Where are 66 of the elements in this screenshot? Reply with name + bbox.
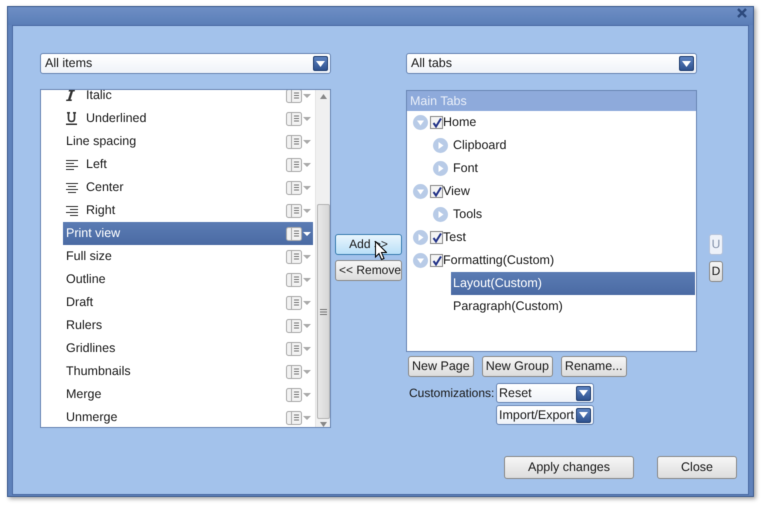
layout-dropdown-icon[interactable] — [286, 410, 311, 424]
new-page-button[interactable]: New Page — [408, 356, 474, 377]
customizations-dropdown[interactable]: Reset — [496, 383, 594, 403]
layout-dropdown-icon[interactable] — [286, 342, 311, 356]
scroll-down-icon[interactable] — [320, 422, 326, 427]
layout-dropdown-icon[interactable] — [286, 272, 311, 286]
layout-dropdown-icon[interactable] — [286, 388, 311, 402]
checkbox[interactable] — [430, 231, 443, 244]
list-item[interactable]: Thumbnails — [63, 360, 313, 383]
align-left-icon — [66, 160, 78, 170]
list-item[interactable]: Gridlines — [63, 337, 313, 360]
checkbox[interactable] — [430, 185, 443, 198]
tree-item[interactable]: View — [443, 180, 695, 203]
new-group-button[interactable]: New Group — [482, 356, 553, 377]
list-item[interactable]: Center — [63, 176, 313, 199]
layout-dropdown-icon[interactable] — [286, 134, 311, 148]
scrollbar[interactable] — [315, 90, 330, 427]
layout-dropdown-icon[interactable] — [286, 226, 311, 240]
tree-item[interactable]: Home — [443, 111, 695, 134]
tree-item[interactable]: Layout(Custom) — [451, 272, 695, 295]
tree-header: Main Tabs — [407, 91, 696, 111]
layout-dropdown-icon[interactable] — [286, 90, 311, 102]
layout-dropdown-icon[interactable] — [286, 158, 311, 172]
close-button[interactable]: Close — [657, 456, 737, 479]
apply-button[interactable]: Apply changes — [504, 456, 634, 479]
tree-item[interactable]: Paragraph(Custom) — [451, 295, 695, 318]
tabs-dropdown[interactable]: All tabs — [406, 53, 697, 74]
tree-item[interactable]: Clipboard — [451, 134, 695, 157]
list-item[interactable]: Print view — [63, 222, 313, 245]
list-item[interactable]: Left — [63, 153, 313, 176]
list-item[interactable]: Rulers — [63, 314, 313, 337]
list-item[interactable]: Merge — [63, 383, 313, 406]
underline-icon — [66, 112, 77, 125]
close-icon[interactable] — [736, 7, 748, 19]
align-center-icon — [66, 182, 78, 192]
layout-dropdown-icon[interactable] — [286, 204, 311, 218]
list-item[interactable]: Italic — [63, 90, 313, 107]
tree-item[interactable]: Font — [451, 157, 695, 180]
list-item[interactable]: Full size — [63, 245, 313, 268]
layout-dropdown-icon[interactable] — [286, 250, 311, 264]
list-item[interactable]: Outline — [63, 268, 313, 291]
tree-item[interactable]: Test — [443, 226, 695, 249]
layout-dropdown-icon[interactable] — [286, 180, 311, 194]
layout-dropdown-icon[interactable] — [286, 296, 311, 310]
move-down-button[interactable]: D — [709, 261, 723, 282]
items-dropdown[interactable]: All items — [40, 53, 331, 74]
layout-dropdown-icon[interactable] — [286, 112, 311, 126]
scroll-up-icon[interactable] — [320, 94, 326, 99]
tree-item[interactable]: Formatting(Custom) — [443, 249, 695, 272]
customizations-label: Customizations: — [409, 385, 496, 402]
align-right-icon — [66, 206, 78, 216]
list-item[interactable]: Right — [63, 199, 313, 222]
list-item[interactable]: Unmerge — [63, 406, 313, 427]
checkbox[interactable] — [430, 254, 443, 267]
scroll-thumb[interactable] — [316, 204, 330, 420]
italic-icon — [66, 90, 75, 101]
layout-dropdown-icon[interactable] — [286, 318, 311, 332]
checkbox[interactable] — [430, 116, 443, 129]
customizations-dropdown[interactable]: Import/Export — [496, 405, 594, 425]
list-item[interactable]: Line spacing — [63, 130, 313, 153]
layout-dropdown-icon[interactable] — [286, 364, 311, 378]
list-item[interactable]: Draft — [63, 291, 313, 314]
remove-button[interactable]: << Remove — [335, 260, 402, 281]
tree-item[interactable]: Tools — [451, 203, 695, 226]
rename-button[interactable]: Rename... — [560, 356, 627, 377]
list-item[interactable]: Underlined — [63, 107, 313, 130]
